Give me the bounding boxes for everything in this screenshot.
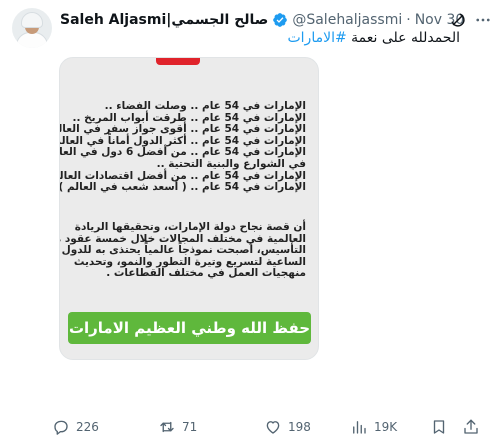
bookmark-icon: [433, 420, 445, 434]
repost-count: 71: [182, 420, 198, 434]
share-icon: [464, 419, 478, 434]
bookmark-button[interactable]: [430, 412, 448, 442]
paragraph-line: أن قصة نجاح دولة الإمارات، وتحقيقها الري…: [74, 221, 306, 233]
reply-button[interactable]: 226: [52, 412, 99, 442]
image-paragraph: أن قصة نجاح دولة الإمارات، وتحقيقها الري…: [60, 221, 306, 280]
views-button[interactable]: 19K: [350, 412, 397, 442]
avatar-body: [16, 32, 48, 48]
green-banner: حفظ الله وطني العظيم الامارات: [68, 312, 311, 344]
paragraph-line: منهجيات العمل في مختلف القطاعات .: [106, 267, 306, 280]
avatar[interactable]: [12, 8, 52, 48]
view-count: 19K: [374, 420, 398, 434]
image-line: في الشوارع والبنية التحتية ..: [156, 157, 306, 170]
image-line: الإمارات في 54 عام .. وصلت الفضاء ..: [104, 100, 306, 112]
views-icon: [353, 421, 366, 434]
heart-icon: [266, 421, 280, 434]
separator: ·: [406, 12, 411, 28]
more-icon[interactable]: [472, 9, 494, 31]
grok-icon[interactable]: [447, 9, 469, 31]
like-count: 198: [288, 420, 311, 434]
tweet-text: الحمدلله على نعمة #الامارات: [160, 30, 460, 46]
hashtag-link[interactable]: #الامارات: [287, 30, 346, 46]
tweet-image[interactable]: الإمارات في 54 عام .. وصلت الفضاء .. الإ…: [59, 57, 319, 360]
reply-count: 226: [76, 420, 99, 434]
repost-icon: [160, 421, 174, 433]
author-name[interactable]: Saleh Aljasmi|صالح الجسمي: [60, 12, 268, 28]
like-button[interactable]: 198: [264, 412, 311, 442]
tweet-header: Saleh Aljasmi|صالح الجسمي @Salehaljassmi…: [60, 10, 464, 30]
repost-button[interactable]: 71: [158, 412, 197, 442]
image-top-marker: [156, 58, 200, 65]
verified-badge-icon: [273, 13, 288, 27]
avatar-headwear: [21, 12, 43, 28]
image-text-lines: الإمارات في 54 عام .. وصلت الفضاء .. الإ…: [59, 100, 306, 194]
author-handle[interactable]: @Salehaljassmi: [292, 12, 402, 28]
action-bar: 226 71 198 19K: [52, 412, 492, 442]
tweet-text-body: الحمدلله على نعمة: [351, 30, 460, 46]
share-button[interactable]: [462, 412, 480, 442]
reply-icon: [54, 420, 68, 435]
image-line: الإمارات في 54 عام .. ( أسعد شعب في العا…: [59, 181, 306, 194]
